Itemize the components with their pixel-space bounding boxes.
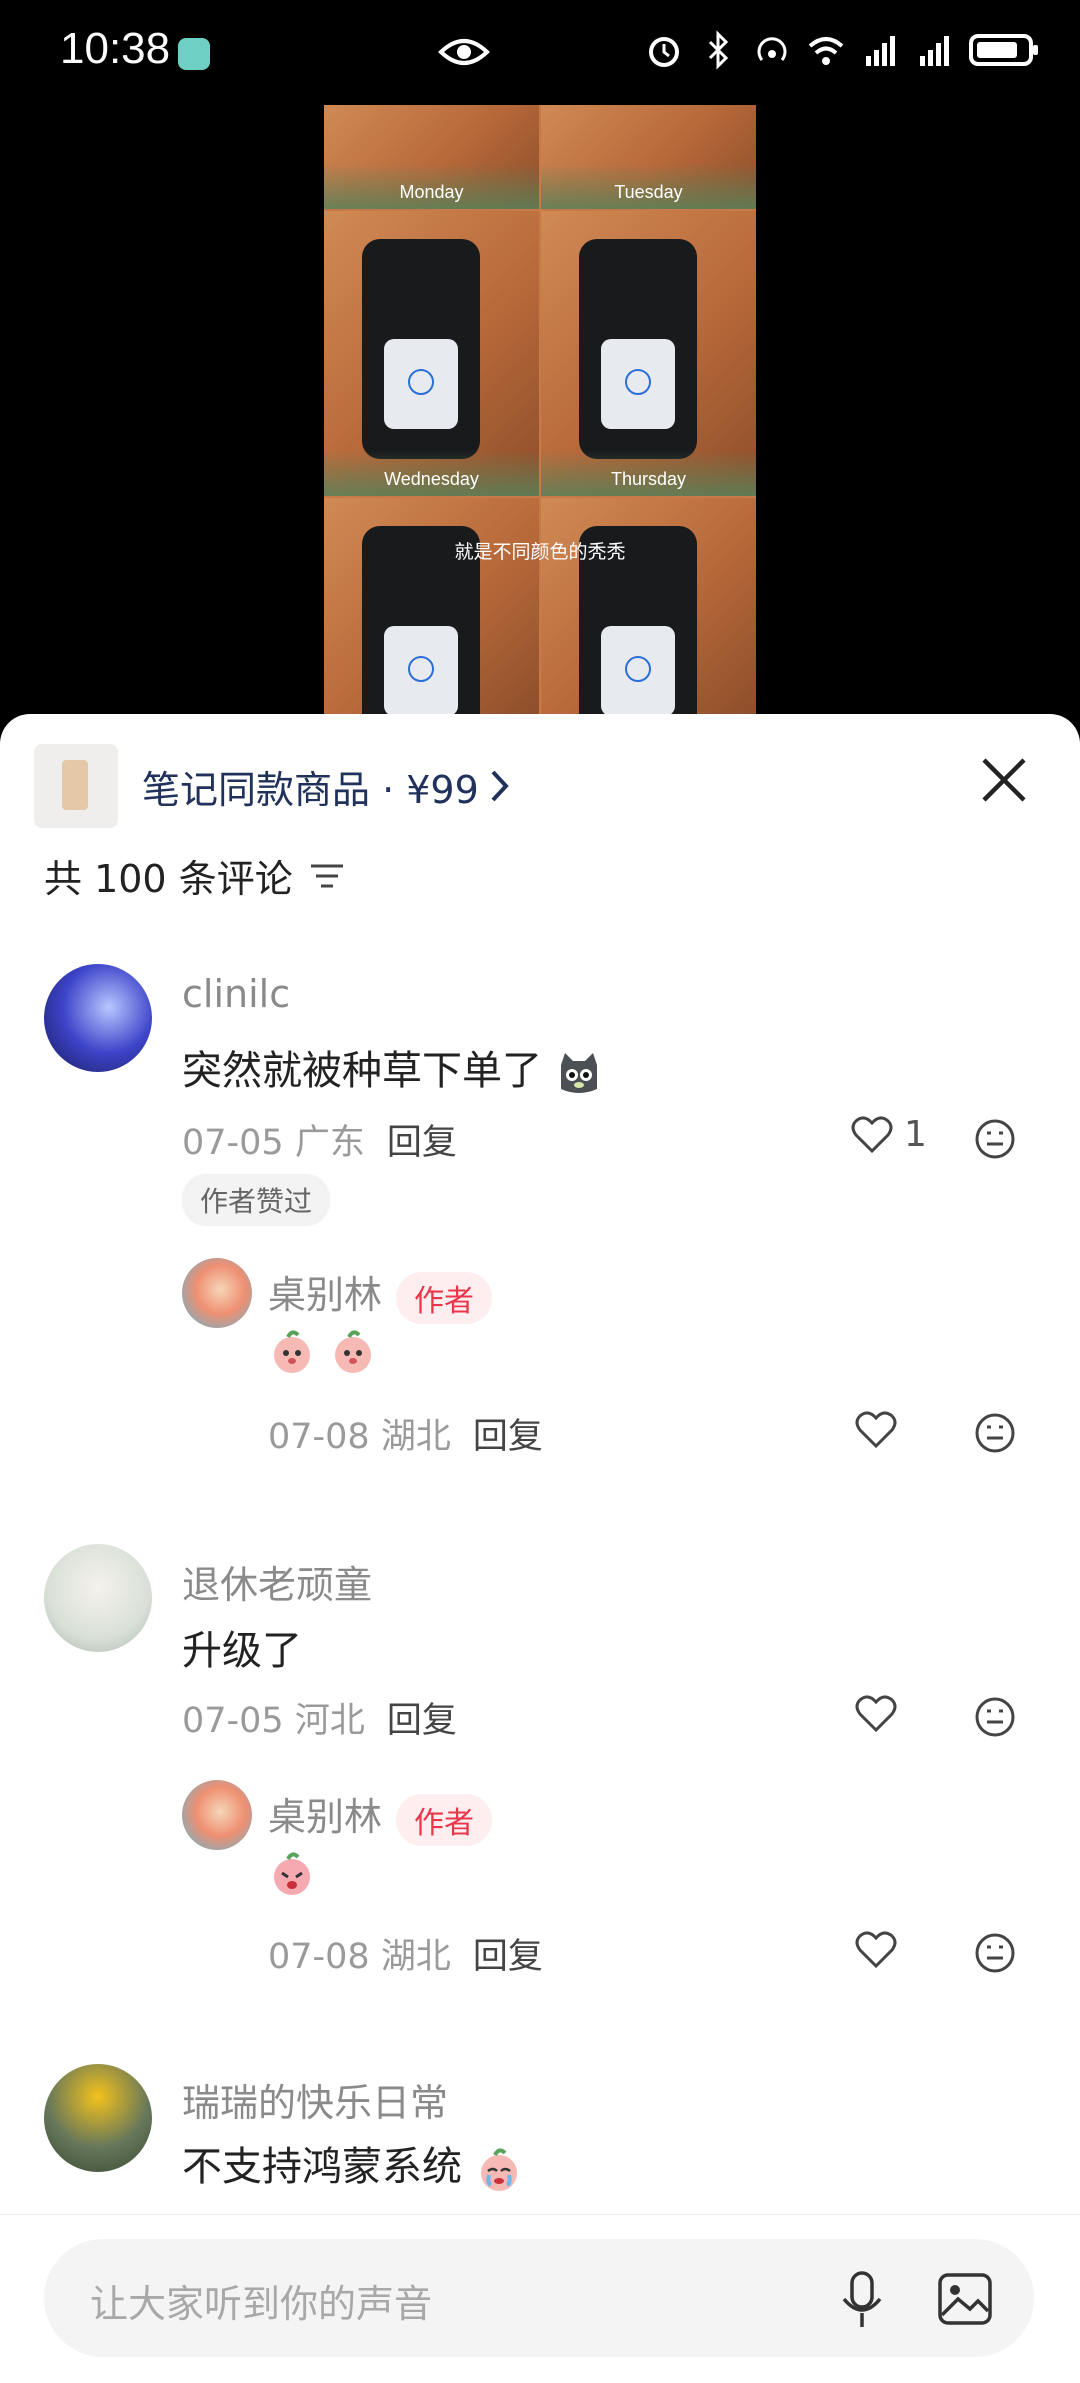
- wifi-icon: [808, 37, 844, 65]
- peach-emoji-icon: [274, 1330, 310, 1373]
- emoji-reaction-icon[interactable]: [974, 1696, 1016, 1738]
- comment-input-bar: 让大家听到你的声音: [0, 2214, 1080, 2383]
- avatar[interactable]: [182, 1258, 252, 1328]
- heart-icon[interactable]: [854, 1694, 898, 1734]
- comment-text: 突然就被种草下单了: [182, 1038, 603, 1097]
- emoji-reaction-icon[interactable]: [974, 1412, 1016, 1454]
- app-notification-icon: [178, 38, 210, 70]
- comment-text: 升级了: [182, 1628, 302, 1674]
- avatar[interactable]: [44, 2064, 152, 2172]
- comment-meta: 07-05 广东 回复: [182, 1114, 457, 1165]
- signal-icon: [920, 36, 949, 66]
- sort-filter-icon[interactable]: [309, 861, 345, 891]
- status-time: 10:38: [60, 24, 171, 73]
- battery-icon: [969, 34, 1038, 66]
- comment-username[interactable]: 退休老顽童: [182, 1554, 372, 1609]
- status-bar: 10:38: [0, 0, 1080, 105]
- video-cell: Wednesday: [324, 211, 539, 496]
- reply-date-location: 07-08 湖北: [268, 1417, 451, 1457]
- video-caption: 就是不同颜色的秃秃: [454, 541, 626, 563]
- like-count: 1: [904, 1114, 927, 1155]
- cat-emoji-icon: [560, 1053, 597, 1093]
- comment-text: 不支持鸿蒙系统: [182, 2134, 523, 2193]
- comment-date-location: 07-05 广东: [182, 1123, 365, 1163]
- heart-icon: [851, 1116, 893, 1153]
- reply-button[interactable]: 回复: [387, 1701, 457, 1741]
- day-label: Wednesday: [384, 469, 479, 489]
- video-cell: [324, 498, 539, 715]
- day-label: Tuesday: [614, 182, 683, 202]
- emoji-reaction-icon[interactable]: [974, 1932, 1016, 1974]
- image-icon[interactable]: [936, 2271, 994, 2327]
- alarm-icon: [649, 37, 679, 67]
- reply-username-text: 桌别林: [268, 1273, 383, 1317]
- microphone-icon[interactable]: [840, 2269, 884, 2333]
- comment-meta: 07-05 河北 回复: [182, 1692, 457, 1743]
- product-link[interactable]: 笔记同款商品 · ¥99: [34, 744, 511, 828]
- author-badge: 作者: [396, 1271, 493, 1324]
- avatar[interactable]: [44, 964, 152, 1072]
- hotspot-icon: [757, 37, 787, 61]
- reply-meta: 07-08 湖北 回复: [268, 1928, 543, 1979]
- reply-meta: 07-08 湖北 回复: [268, 1408, 543, 1459]
- comment-count-label: 共 100 条评论: [44, 857, 293, 901]
- video-cell: [541, 498, 756, 715]
- crying-peach-emoji-icon: [480, 2148, 517, 2191]
- video-cell: Thursday: [541, 211, 756, 496]
- author-liked-badge: 作者赞过: [182, 1174, 331, 1226]
- like-button[interactable]: 1: [850, 1114, 927, 1155]
- video-preview[interactable]: Monday Tuesday Wednesday Thursday 就是不同颜色…: [324, 105, 756, 715]
- video-cell: Monday: [324, 105, 539, 209]
- reply-emoji: [268, 1326, 377, 1375]
- comment-input[interactable]: 让大家听到你的声音: [44, 2239, 1034, 2357]
- author-badge: 作者: [396, 1793, 493, 1846]
- reply-username[interactable]: 桌别林 作者: [268, 1264, 493, 1324]
- comment-count: 共 100 条评论: [44, 848, 345, 903]
- status-icons: [644, 30, 1040, 70]
- reply-date-location: 07-08 湖北: [268, 1937, 451, 1977]
- reply-button[interactable]: 回复: [387, 1123, 457, 1163]
- comment-text-content: 不支持鸿蒙系统: [182, 2144, 462, 2190]
- heart-icon[interactable]: [854, 1930, 898, 1970]
- avatar[interactable]: [44, 1544, 152, 1652]
- comment-input-placeholder: 让大家听到你的声音: [90, 2282, 433, 2326]
- comment-username[interactable]: clinilc: [182, 972, 290, 1016]
- peach-emoji-icon: [274, 1852, 310, 1895]
- signal-icon: [866, 36, 895, 66]
- reply-emoji: [268, 1848, 316, 1897]
- reply-username[interactable]: 桌别林 作者: [268, 1786, 493, 1846]
- comment-date-location: 07-05 河北: [182, 1701, 365, 1741]
- avatar[interactable]: [182, 1780, 252, 1850]
- emoji-reaction-icon[interactable]: [974, 1118, 1016, 1160]
- peach-emoji-icon: [334, 1330, 371, 1373]
- heart-icon[interactable]: [854, 1410, 898, 1450]
- reply-button[interactable]: 回复: [473, 1937, 543, 1977]
- eye-icon: [438, 39, 490, 65]
- day-label: Monday: [399, 182, 464, 202]
- video-cell: Tuesday: [541, 105, 756, 209]
- comment-sheet: 笔记同款商品 · ¥99 共 100 条评论 clinilc 突然就被种草下单了…: [0, 714, 1080, 2382]
- product-label: 笔记同款商品 · ¥99: [142, 767, 479, 812]
- day-label: Thursday: [610, 469, 687, 489]
- reply-button[interactable]: 回复: [473, 1417, 543, 1457]
- bluetooth-icon: [708, 30, 729, 70]
- close-icon[interactable]: [978, 754, 1030, 806]
- comment-username[interactable]: 瑞瑞的快乐日常: [182, 2072, 448, 2127]
- chevron-right-icon: [491, 770, 509, 802]
- reply-username-text: 桌别林: [268, 1795, 383, 1839]
- product-thumbnail: [34, 744, 118, 828]
- comment-text-content: 突然就被种草下单了: [182, 1048, 542, 1094]
